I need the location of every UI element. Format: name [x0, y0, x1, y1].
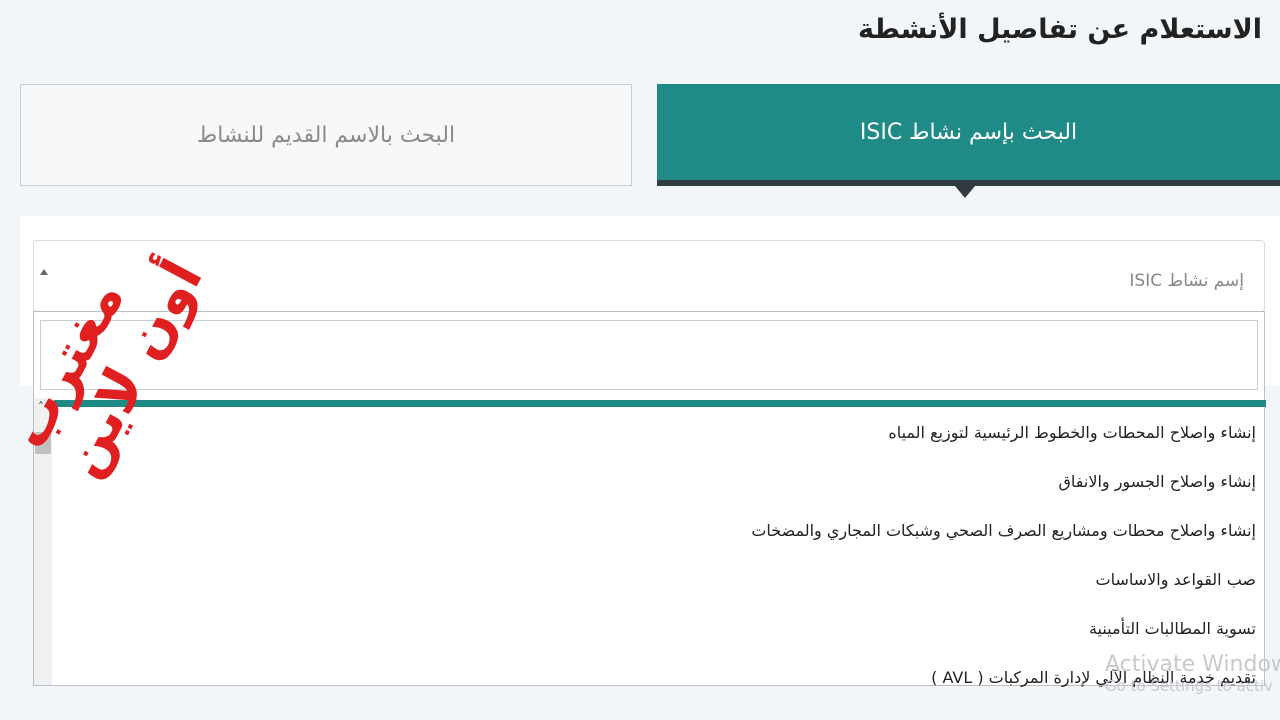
select-value: إسم نشاط ISIC	[1129, 271, 1244, 291]
activation-subtitle: Go to Settings to activ	[1105, 677, 1273, 695]
activation-title: Activate Window	[1105, 652, 1280, 677]
tab-isic-activity-name[interactable]: البحث بإسم نشاط ISIC	[657, 84, 1280, 186]
list-item[interactable]: صب القواعد والاساسات	[66, 565, 1256, 614]
tab-old-activity-name[interactable]: البحث بالاسم القديم للنشاط	[20, 84, 632, 186]
page-title: الاستعلام عن تفاصيل الأنشطة	[858, 14, 1262, 45]
list-item[interactable]: تسوية المطالبات التأمينية	[66, 614, 1256, 663]
caret-up-icon[interactable]	[40, 269, 48, 275]
active-tab-pointer	[955, 186, 975, 198]
list-item[interactable]: تقديم خدمة النظام الآلي لإدارة المركبات …	[66, 663, 1256, 712]
windows-activation-notice: Activate Window Go to Settings to activ	[1105, 652, 1280, 695]
